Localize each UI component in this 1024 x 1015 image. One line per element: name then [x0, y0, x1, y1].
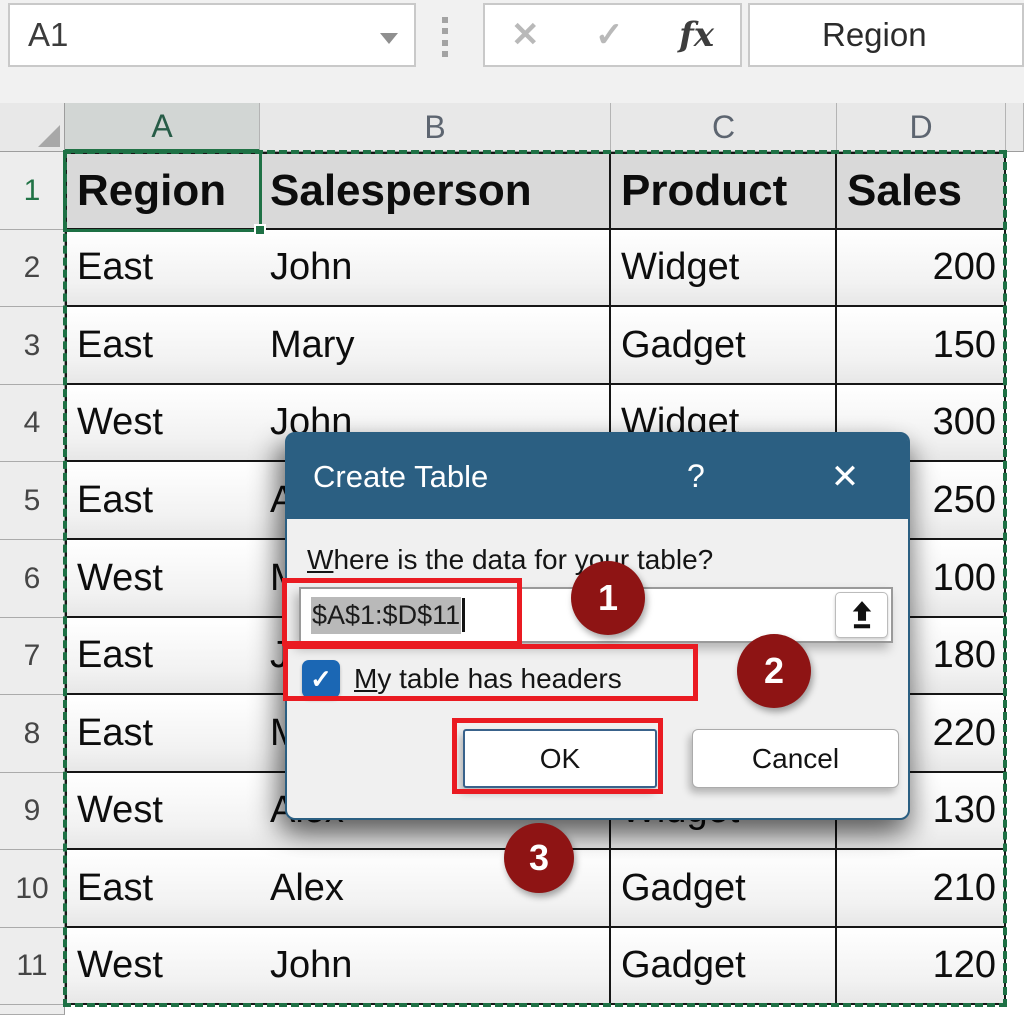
cell-A7[interactable]: East [65, 618, 262, 695]
column-header-B[interactable]: B [260, 103, 611, 152]
ok-button[interactable]: OK [463, 729, 657, 788]
table-range-input[interactable]: $A$1:$D$11 [299, 587, 893, 643]
column-header-filler [1006, 103, 1024, 152]
row-header-10[interactable]: 10 [0, 850, 65, 928]
text-cursor [462, 598, 465, 632]
row-header-filler [0, 1005, 65, 1015]
cell-A10[interactable]: East [65, 850, 262, 928]
column-header-D[interactable]: D [837, 103, 1006, 152]
cell-D3[interactable]: 150 [837, 307, 1006, 385]
cell-B11[interactable]: John [260, 928, 611, 1005]
collapse-dialog-up-arrow-icon [848, 600, 876, 630]
cell-A6[interactable]: West [65, 540, 262, 618]
row-header-1[interactable]: 1 [0, 152, 65, 230]
cell-A1[interactable]: Region [65, 152, 262, 230]
cell-D2[interactable]: 200 [837, 230, 1006, 307]
drag-grip-icon [442, 17, 450, 57]
cell-B2[interactable]: John [260, 230, 611, 307]
row-header-4[interactable]: 4 [0, 385, 65, 462]
cell-A2[interactable]: East [65, 230, 262, 307]
cell-A11[interactable]: West [65, 928, 262, 1005]
create-table-dialog: Create Table ? ✕ Where is the data for y… [285, 432, 910, 820]
row-header-7[interactable]: 7 [0, 618, 65, 695]
row-header-2[interactable]: 2 [0, 230, 65, 307]
cell-C1[interactable]: Product [611, 152, 837, 230]
dialog-titlebar[interactable]: Create Table ? ✕ [287, 434, 908, 519]
headers-checkbox[interactable]: ✓ [302, 660, 340, 698]
row-header-8[interactable]: 8 [0, 695, 65, 773]
headers-checkbox-label[interactable]: My table has headers [354, 660, 622, 698]
cell-D11[interactable]: 120 [837, 928, 1006, 1005]
row-header-6[interactable]: 6 [0, 540, 65, 618]
cell-C3[interactable]: Gadget [611, 307, 837, 385]
cell-C2[interactable]: Widget [611, 230, 837, 307]
name-box-value: A1 [28, 16, 68, 54]
row-header-3[interactable]: 3 [0, 307, 65, 385]
formula-value: Region [822, 16, 927, 54]
formula-bar: A1 ✕ ✓ fx Region [0, 0, 1024, 103]
cell-D1[interactable]: Sales [837, 152, 1006, 230]
formula-input[interactable]: Region [748, 3, 1024, 67]
close-icon[interactable]: ✕ [823, 434, 867, 519]
cell-A4[interactable]: West [65, 385, 262, 462]
column-header-C[interactable]: C [611, 103, 837, 152]
formula-controls: ✕ ✓ fx [483, 3, 742, 67]
cell-B10[interactable]: Alex [260, 850, 611, 928]
cell-C10[interactable]: Gadget [611, 850, 837, 928]
cancel-entry-icon[interactable]: ✕ [511, 15, 540, 55]
checkbox-check-icon: ✓ [310, 664, 332, 695]
cell-A9[interactable]: West [65, 773, 262, 850]
cell-C11[interactable]: Gadget [611, 928, 837, 1005]
cell-B3[interactable]: Mary [260, 307, 611, 385]
select-all-triangle-icon [38, 125, 60, 147]
insert-function-icon[interactable]: fx [679, 15, 714, 55]
row-header-11[interactable]: 11 [0, 928, 65, 1005]
column-header-A[interactable]: A [65, 103, 260, 152]
name-box[interactable]: A1 [8, 3, 416, 67]
cancel-button[interactable]: Cancel [692, 729, 899, 788]
collapse-dialog-button[interactable] [835, 592, 888, 638]
cell-A3[interactable]: East [65, 307, 262, 385]
cell-B1[interactable]: Salesperson [260, 152, 611, 230]
dialog-title: Create Table [313, 459, 488, 495]
fill-handle[interactable] [254, 224, 266, 236]
cell-A5[interactable]: East [65, 462, 262, 540]
range-prompt-label: Where is the data for your table? [307, 544, 713, 576]
help-button[interactable]: ? [687, 434, 705, 519]
enter-entry-icon[interactable]: ✓ [595, 15, 624, 55]
cell-D10[interactable]: 210 [837, 850, 1006, 928]
range-input-value: $A$1:$D$11 [311, 597, 461, 634]
row-header-5[interactable]: 5 [0, 462, 65, 540]
cell-A8[interactable]: East [65, 695, 262, 773]
row-header-9[interactable]: 9 [0, 773, 65, 850]
caret-down-icon[interactable] [380, 33, 398, 44]
select-all-button[interactable] [0, 103, 65, 152]
